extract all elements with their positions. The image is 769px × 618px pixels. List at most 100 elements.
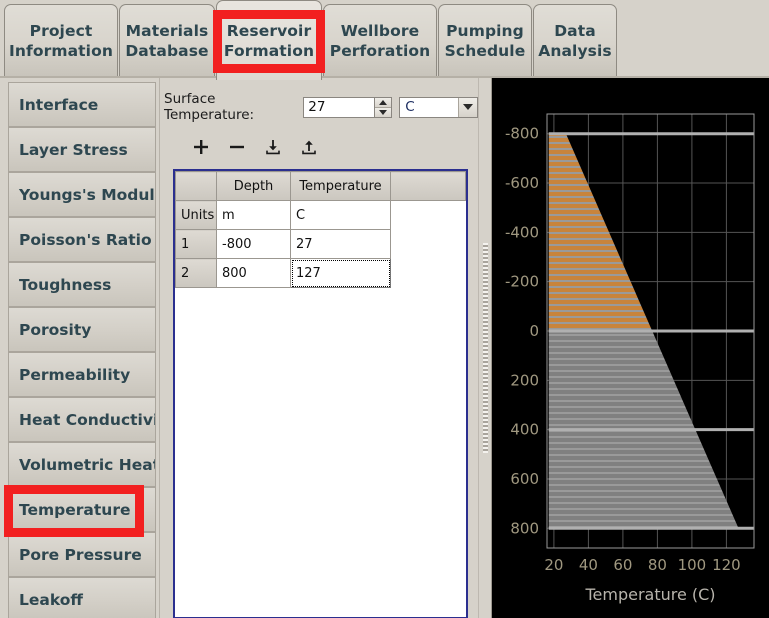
- unit-select[interactable]: C: [399, 96, 478, 118]
- chart-ytick-label: 200: [510, 371, 539, 389]
- column-header-filler: [390, 171, 466, 201]
- surface-temperature-spinner[interactable]: [303, 96, 393, 118]
- tab-data-analysis[interactable]: Data Analysis: [533, 4, 617, 76]
- sidebar-item-heat-conductivity[interactable]: Heat Conductivity: [8, 397, 156, 442]
- sidebar-item-temperature[interactable]: Temperature: [8, 487, 156, 532]
- tab-pumping-schedule[interactable]: Pumping Schedule: [438, 4, 532, 76]
- splitter-grip-icon: [483, 243, 488, 453]
- chart-xtick-label: 100: [678, 556, 707, 574]
- sidebar-item-volumetric-heat-c[interactable]: Volumetric Heat C: [8, 442, 156, 487]
- chart-ytick-label: -800: [505, 125, 539, 143]
- chart-canvas: -800 -600 -400 -200 0 200 400 600 800 20 40 60 80 100…: [492, 78, 769, 618]
- chart-xtick-label: 80: [648, 556, 667, 574]
- import-button[interactable]: [255, 134, 291, 160]
- table-header-row: Depth Temperature: [175, 171, 466, 201]
- tab-label: Reservoir Formation: [223, 21, 315, 60]
- sidebar-item-label: Toughness: [19, 275, 112, 294]
- chevron-up-icon: [379, 99, 388, 105]
- sidebar-item-label: Pore Pressure: [19, 545, 142, 564]
- chart-ytick-label: -600: [505, 174, 539, 192]
- sidebar-item-porosity[interactable]: Porosity: [8, 307, 156, 352]
- sidebar-item-poisson-s-ratio[interactable]: Poisson's Ratio: [8, 217, 156, 262]
- sidebar-item-permeability[interactable]: Permeability: [8, 352, 156, 397]
- spinner-increment-button[interactable]: [375, 97, 392, 108]
- sidebar-item-youngs-s-modulus[interactable]: Youngs's Modulus: [8, 172, 156, 217]
- table-row[interactable]: 1 -800 27: [175, 229, 466, 259]
- surface-temperature-row: Surface Temperature: C: [164, 91, 478, 123]
- row-header[interactable]: 2: [175, 258, 217, 288]
- chart-xtick-label: 120: [712, 556, 741, 574]
- tab-label: Wellbore Perforation: [329, 21, 431, 60]
- remove-row-button[interactable]: [219, 134, 255, 160]
- sidebar-item-leakoff[interactable]: Leakoff: [8, 577, 156, 618]
- reservoir-formation-window: Project Information Materials Database Res…: [0, 0, 769, 618]
- chart-ytick-label: 600: [510, 470, 539, 488]
- tab-label: Data Analysis: [538, 21, 612, 60]
- chart-ytick-label: -200: [505, 273, 539, 291]
- sidebar-item-label: Interface: [19, 95, 99, 114]
- cell-filler: [390, 258, 466, 288]
- cell-temperature[interactable]: C: [290, 200, 391, 230]
- cell-depth[interactable]: m: [216, 200, 291, 230]
- row-header[interactable]: Units: [175, 200, 217, 230]
- chart-ytick-label: 800: [510, 519, 539, 537]
- chart-xaxis-title: Temperature (C): [584, 585, 715, 604]
- row-header[interactable]: 1: [175, 229, 217, 259]
- cell-filler: [390, 200, 466, 230]
- sidebar-item-label: Volumetric Heat C: [19, 455, 156, 474]
- sidebar-item-pore-pressure[interactable]: Pore Pressure: [8, 532, 156, 577]
- unit-select-arrow[interactable]: [458, 97, 477, 117]
- unit-select-value: C: [405, 99, 415, 115]
- tab-project-information[interactable]: Project Information: [4, 4, 118, 76]
- tab-label: Project Information: [9, 21, 113, 60]
- main-tab-bar: Project Information Materials Database Res…: [0, 0, 769, 80]
- temperature-profile-chart: -800 -600 -400 -200 0 200 400 600 800 20 40 60 80 100…: [492, 78, 769, 618]
- spinner-buttons: [374, 97, 392, 117]
- import-icon: [266, 140, 280, 155]
- sidebar-item-layer-stress[interactable]: Layer Stress: [8, 127, 156, 172]
- export-button[interactable]: [291, 134, 327, 160]
- sidebar-item-interface[interactable]: Interface: [8, 82, 156, 127]
- sidebar-item-label: Youngs's Modulus: [19, 185, 155, 204]
- column-header-depth[interactable]: Depth: [216, 171, 291, 201]
- panel-splitter[interactable]: [478, 78, 492, 618]
- cell-temperature[interactable]: 127: [290, 258, 391, 288]
- tab-materials-database[interactable]: Materials Database: [119, 4, 215, 76]
- minus-icon: [230, 145, 244, 149]
- chevron-down-icon: [379, 109, 388, 115]
- cell-filler: [390, 229, 466, 259]
- export-icon: [302, 140, 316, 155]
- sidebar-item-toughness[interactable]: Toughness: [8, 262, 156, 307]
- sidebar-item-label: Heat Conductivity: [19, 410, 155, 429]
- sidebar-item-label: Temperature: [19, 500, 131, 519]
- cell-depth[interactable]: 800: [216, 258, 291, 288]
- plus-icon: [194, 140, 208, 154]
- spinner-decrement-button[interactable]: [375, 107, 392, 117]
- table-toolbar: [183, 134, 327, 160]
- sidebar-item-label: Leakoff: [19, 590, 83, 609]
- chart-xtick-label: 40: [579, 556, 598, 574]
- sidebar-item-label: Porosity: [19, 320, 92, 339]
- temperature-table[interactable]: Depth Temperature Units m C 1 -800 27 2 800 127: [173, 169, 468, 618]
- chart-ytick-label: 400: [510, 421, 539, 439]
- tab-wellbore-perforation[interactable]: Wellbore Perforation: [323, 4, 437, 76]
- chart-ytick-label: -400: [505, 223, 539, 241]
- surface-temperature-label: Surface Temperature:: [164, 91, 255, 123]
- chart-xtick-label: 60: [613, 556, 632, 574]
- tab-label: Materials Database: [125, 21, 209, 60]
- sidebar-item-label: Layer Stress: [19, 140, 128, 159]
- chart-ytick-label: 0: [529, 322, 539, 340]
- table-row[interactable]: 2 800 127: [175, 258, 466, 288]
- cell-depth[interactable]: -800: [216, 229, 291, 259]
- sidebar-item-label: Poisson's Ratio: [19, 230, 152, 249]
- column-header-temperature[interactable]: Temperature: [290, 171, 391, 201]
- chevron-down-icon: [463, 104, 473, 110]
- surface-temperature-input[interactable]: [304, 97, 375, 117]
- column-header-corner[interactable]: [175, 171, 217, 201]
- tab-label: Pumping Schedule: [444, 21, 526, 60]
- tab-reservoir-formation[interactable]: Reservoir Formation: [216, 0, 322, 80]
- property-sidebar: Interface Layer Stress Youngs's Modulus Poi…: [0, 78, 160, 618]
- cell-temperature[interactable]: 27: [290, 229, 391, 259]
- table-row[interactable]: Units m C: [175, 200, 466, 230]
- add-row-button[interactable]: [183, 134, 219, 160]
